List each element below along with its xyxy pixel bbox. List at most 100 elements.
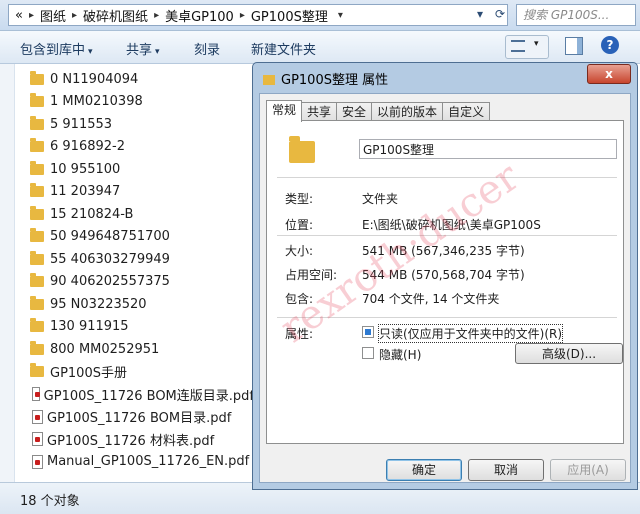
list-item-label: 95 N03223520 (50, 296, 147, 312)
folder-icon (30, 205, 44, 220)
chevron-down-icon: ▾ (534, 39, 539, 49)
list-item[interactable]: 6 916892-2 (14, 136, 254, 159)
list-item[interactable]: 50 949648751700 (14, 226, 254, 249)
type-label: 类型: (285, 192, 314, 206)
folder-icon (30, 160, 44, 175)
ok-button[interactable]: 确定 (386, 459, 462, 481)
file-list: 0 N11904094 1 MM0210398 5 911553 6 916892-2… (14, 68, 254, 473)
size-label: 大小: (285, 244, 314, 258)
list-item[interactable]: 10 955100 (14, 158, 254, 181)
dropdown-history-icon[interactable]: ▾ (470, 4, 490, 24)
chevron-down-icon: ▾ (155, 47, 160, 57)
change-view-button[interactable]: ▾ (505, 35, 549, 59)
chevron-down-icon[interactable]: ▾ (338, 10, 343, 21)
folder-icon (30, 295, 44, 310)
tab-bar: 常规 共享 安全 以前的版本 自定义 (266, 100, 491, 122)
hidden-checkbox[interactable] (362, 347, 374, 359)
view-list-icon (511, 40, 525, 52)
list-item[interactable]: 1 MM0210398 (14, 91, 254, 114)
item-count: 18 个对象 (20, 494, 80, 509)
folder-name-input[interactable]: GP100S整理 (359, 139, 617, 159)
location-label: 位置: (285, 218, 314, 232)
list-item[interactable]: 15 210824-B (14, 203, 254, 226)
breadcrumb-item-metso[interactable]: 美卓GP100 (165, 6, 234, 25)
tab-panel-general: GP100S整理 类型: 文件夹 位置: E:\图纸\破碎机图纸\美卓GP100… (266, 120, 624, 444)
list-item-label: Manual_GP100S_11726_EN.pdf (47, 454, 250, 470)
location-value: E:\图纸\破碎机图纸\美卓GP100S (362, 218, 541, 232)
list-item[interactable]: GP100S_11726 BOM连版目录.pdf (14, 383, 254, 406)
folder-icon (30, 318, 44, 333)
tab-customize[interactable]: 自定义 (442, 102, 491, 121)
pdf-file-icon (32, 387, 40, 402)
folder-icon (30, 115, 44, 130)
folder-icon (289, 136, 315, 163)
list-item-label: 5 911553 (50, 116, 113, 132)
list-item-label: GP100S_11726 BOM目录.pdf (47, 411, 232, 427)
breadcrumb-item-current[interactable]: GP100S整理 (251, 6, 328, 25)
list-item-label: 0 N11904094 (50, 71, 139, 87)
list-item-label: GP100S_11726 BOM连版目录.pdf (43, 388, 254, 404)
breadcrumb-item-drawings[interactable]: 图纸 (40, 6, 66, 25)
breadcrumb-overflow[interactable]: « (15, 8, 23, 23)
folder-icon (30, 70, 44, 85)
tab-security[interactable]: 安全 (336, 102, 373, 121)
include-in-library-button[interactable]: 包含到库中 ▾ (20, 39, 93, 58)
list-item[interactable]: 130 911915 (14, 316, 254, 339)
list-item[interactable]: 5 911553 (14, 113, 254, 136)
list-item[interactable]: 800 MM0252951 (14, 338, 254, 361)
size-value: 541 MB (567,346,235 字节) (362, 244, 525, 258)
list-item-label: 800 MM0252951 (50, 341, 160, 357)
help-icon[interactable]: ? (601, 36, 619, 54)
cancel-button[interactable]: 取消 (468, 459, 544, 481)
folder-icon (30, 273, 44, 288)
advanced-button[interactable]: 高级(D)... (515, 343, 623, 364)
search-input[interactable]: 搜索 GP100S... (516, 4, 636, 26)
folder-icon (30, 93, 44, 108)
hidden-label[interactable]: 隐藏(H) (379, 346, 421, 363)
tab-general[interactable]: 常规 (266, 100, 303, 122)
share-button[interactable]: 共享 ▾ (126, 39, 160, 58)
list-item-label: GP100S手册 (50, 366, 127, 382)
chevron-down-icon: ▾ (88, 47, 93, 57)
chevron-right-icon: ▸ (28, 9, 34, 21)
list-item-label: GP100S_11726 材料表.pdf (47, 433, 215, 449)
new-folder-button[interactable]: 新建文件夹 (251, 39, 316, 58)
apply-button[interactable]: 应用(A) (550, 459, 626, 481)
list-item[interactable]: 0 N11904094 (14, 68, 254, 91)
folder-icon (30, 138, 44, 153)
list-item[interactable]: GP100S_11726 BOM目录.pdf (14, 406, 254, 429)
contains-label: 包含: (285, 292, 314, 306)
tab-previous-versions[interactable]: 以前的版本 (371, 102, 444, 121)
divider (277, 317, 617, 318)
readonly-label[interactable]: 只读(仅应用于文件夹中的文件)(R) (377, 324, 564, 343)
list-item[interactable]: Manual_GP100S_11726_EN.pdf (14, 451, 254, 474)
navigation-pane[interactable] (0, 64, 15, 482)
folder-icon (30, 340, 44, 355)
size-on-disk-value: 544 MB (570,568,704 字节) (362, 268, 525, 282)
readonly-checkbox[interactable] (362, 326, 374, 338)
contains-value: 704 个文件, 14 个文件夹 (362, 292, 500, 306)
list-item[interactable]: GP100S_11726 材料表.pdf (14, 428, 254, 451)
breadcrumb-item-crusher[interactable]: 破碎机图纸 (83, 6, 148, 25)
burn-button[interactable]: 刻录 (194, 39, 220, 58)
folder-icon (30, 363, 44, 378)
folder-icon (30, 228, 44, 243)
toolbar: 包含到库中 ▾ 共享 ▾ 刻录 新建文件夹 ▾ ? (0, 31, 640, 64)
list-item[interactable]: 95 N03223520 (14, 293, 254, 316)
pdf-file-icon (32, 454, 43, 469)
list-item[interactable]: GP100S手册 (14, 361, 254, 384)
list-item[interactable]: 90 406202557375 (14, 271, 254, 294)
breadcrumb[interactable]: « ▸ 图纸 ▸ 破碎机图纸 ▸ 美卓GP100 ▸ GP100S整理 ▾ (8, 4, 508, 26)
folder-icon (30, 250, 44, 265)
list-item-label: 11 203947 (50, 184, 121, 200)
tab-sharing[interactable]: 共享 (301, 102, 338, 121)
close-button[interactable]: x (587, 64, 631, 84)
attributes-label: 属性: (285, 327, 314, 341)
list-item[interactable]: 55 406303279949 (14, 248, 254, 271)
refresh-icon[interactable]: ⟳ (490, 4, 510, 24)
list-item[interactable]: 11 203947 (14, 181, 254, 204)
chevron-right-icon: ▸ (72, 9, 78, 21)
preview-pane-icon[interactable] (565, 37, 583, 55)
list-item-label: 10 955100 (50, 161, 121, 177)
divider (277, 235, 617, 236)
